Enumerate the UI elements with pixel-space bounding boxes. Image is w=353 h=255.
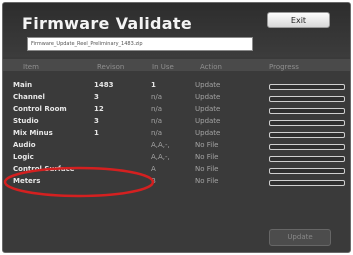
row-progress-bar (269, 96, 345, 102)
row-progress-bar (269, 180, 345, 186)
header-in-use: In Use (152, 63, 174, 71)
header-action: Action (200, 63, 222, 71)
row-action: Update (195, 105, 221, 113)
update-button[interactable]: Update (269, 229, 331, 246)
header-progress: Progress (269, 63, 299, 71)
table-row: Control Room 12 n/a Update (3, 105, 350, 117)
table-row: Main 1483 1 Update (3, 81, 350, 93)
table-row: Meters B No File (3, 177, 350, 189)
firmware-file-field: Firmware_Update_Reel_Preliminary_1483.zi… (27, 37, 253, 51)
table-row: Mix Minus 1 n/a Update (3, 129, 350, 141)
firmware-validate-window: Firmware Validate Exit Firmware_Update_R… (2, 2, 351, 253)
row-action: Update (195, 117, 221, 125)
header-item: Item (23, 63, 39, 71)
row-revision: 3 (94, 93, 99, 101)
row-action: No File (195, 153, 219, 161)
row-in-use: A,A,-, (151, 153, 170, 161)
row-item: Meters (13, 177, 41, 185)
header-revision: Revison (97, 63, 125, 71)
row-action: Update (195, 129, 221, 137)
row-revision: 1 (94, 129, 99, 137)
row-item: Studio (13, 117, 39, 125)
window-title: Firmware Validate (22, 14, 192, 33)
row-progress-bar (269, 132, 345, 138)
row-action: No File (195, 141, 219, 149)
row-item: Audio (13, 141, 36, 149)
table-row: Logic A,A,-, No File (3, 153, 350, 165)
row-item: Control Room (13, 105, 67, 113)
row-action: Update (195, 93, 221, 101)
row-in-use: 1 (151, 81, 156, 89)
row-in-use: A (151, 165, 156, 173)
row-item: Channel (13, 93, 45, 101)
table-row: Studio 3 n/a Update (3, 117, 350, 129)
row-in-use: n/a (151, 93, 163, 101)
table-row: Control Surface A No File (3, 165, 350, 177)
row-revision: 3 (94, 117, 99, 125)
row-action: No File (195, 165, 219, 173)
row-in-use: n/a (151, 105, 163, 113)
table-row: Channel 3 n/a Update (3, 93, 350, 105)
row-in-use: n/a (151, 129, 163, 137)
row-in-use: A,A,-, (151, 141, 170, 149)
row-progress-bar (269, 168, 345, 174)
table-row: Audio A,A,-, No File (3, 141, 350, 153)
row-progress-bar (269, 84, 345, 90)
row-revision: 1483 (94, 81, 114, 89)
row-progress-bar (269, 144, 345, 150)
row-item: Main (13, 81, 33, 89)
row-progress-bar (269, 156, 345, 162)
row-action: Update (195, 81, 221, 89)
row-item: Logic (13, 153, 34, 161)
row-progress-bar (269, 108, 345, 114)
row-item: Mix Minus (13, 129, 53, 137)
row-in-use: n/a (151, 117, 163, 125)
row-action: No File (195, 177, 219, 185)
row-item: Control Surface (13, 165, 75, 173)
row-progress-bar (269, 120, 345, 126)
exit-button[interactable]: Exit (267, 12, 330, 28)
window-header: Firmware Validate Exit Firmware_Update_R… (3, 3, 350, 57)
row-revision: 12 (94, 105, 104, 113)
row-in-use: B (151, 177, 156, 185)
